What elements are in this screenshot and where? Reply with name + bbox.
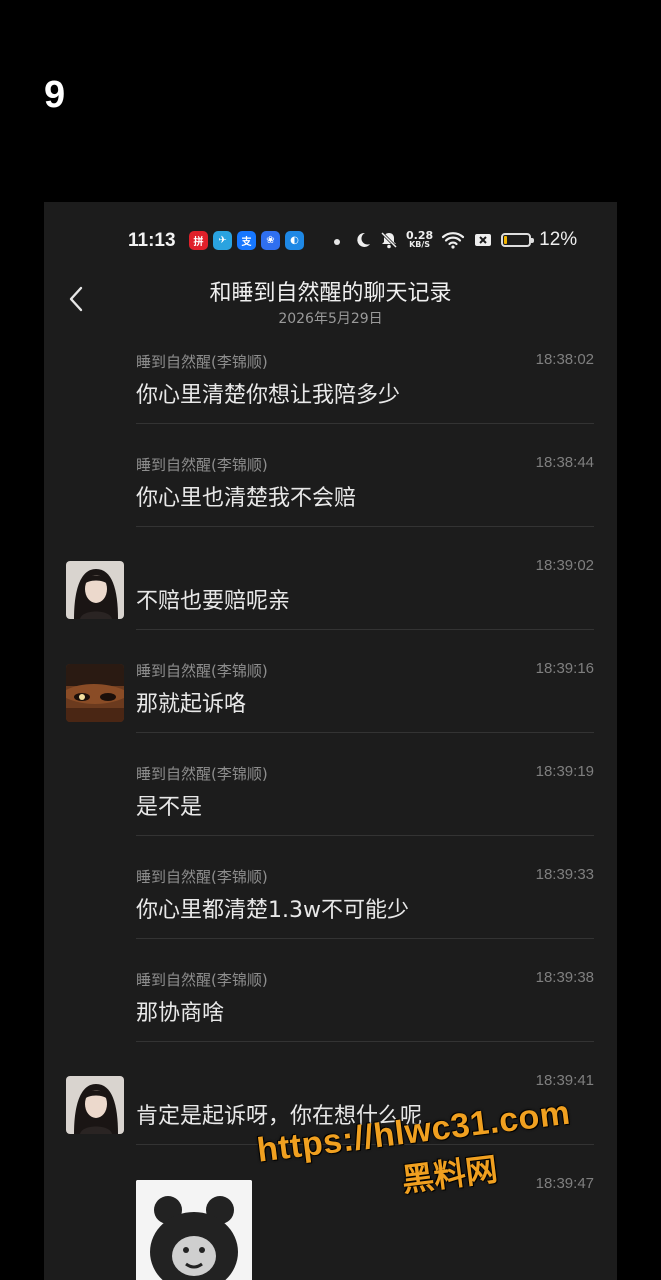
message-divider: [136, 938, 594, 939]
page-number: 9: [44, 74, 66, 116]
moon-icon: [357, 232, 370, 247]
chat-date: 2026年5月29日: [278, 311, 383, 327]
message-divider: [136, 1041, 594, 1042]
message-divider: [136, 835, 594, 836]
message-sender: 睡到自然醒(李锦顺): [136, 868, 268, 886]
message-time: 18:39:33: [535, 866, 594, 883]
telegram-icon: ✈: [213, 231, 232, 250]
message-time: 18:38:02: [535, 351, 594, 368]
message-text[interactable]: 不赔也要赔呢亲: [136, 583, 290, 615]
message-sender: 睡到自然醒(李锦顺): [136, 662, 268, 680]
battery-level: [504, 236, 508, 244]
network-speed: 0.28 KB/S: [406, 229, 434, 249]
message-time: 18:38:44: [535, 454, 594, 471]
status-indicators: 0.28 KB/S 12%: [354, 229, 577, 251]
network-speed-unit: KB/S: [409, 240, 431, 249]
no-sim-icon: [475, 234, 492, 246]
bell-muted-icon: [380, 231, 398, 249]
message-sender: 睡到自然醒(李锦顺): [136, 353, 268, 371]
battery-icon: [501, 233, 535, 247]
message-item[interactable]: 18:39:19 睡到自然醒(李锦顺) 是不是: [44, 759, 617, 862]
message-item[interactable]: 18:38:44 睡到自然醒(李锦顺) 你心里也清楚我不会赔: [44, 450, 617, 553]
alipay-icon: 支: [237, 231, 256, 250]
status-time: 11:13: [128, 230, 176, 251]
browser-app-icon: ◐: [285, 231, 304, 250]
message-time: 18:39:41: [535, 1072, 594, 1089]
message-sender: 睡到自然醒(李锦顺): [136, 456, 268, 474]
message-text[interactable]: 你心里清楚你想让我陪多少: [136, 377, 400, 409]
message-text[interactable]: 那就起诉咯: [136, 686, 246, 718]
message-divider: [136, 732, 594, 733]
message-text[interactable]: 你心里都清楚1.3w不可能少: [136, 892, 409, 924]
man-eye-avatar[interactable]: [66, 664, 124, 722]
baidu-icon: ❀: [261, 231, 280, 250]
message-item[interactable]: 18:39:16 睡到自然醒(李锦顺) 那就起诉咯: [44, 656, 617, 759]
message-text[interactable]: 你心里也清楚我不会赔: [136, 480, 356, 512]
status-bar: 11:13 拼 ✈ 支 ❀ ◐ 0.28 KB/S 12%: [44, 202, 617, 278]
chat-header: 和睡到自然醒的聊天记录 2026年5月29日: [44, 272, 617, 332]
message-divider: [136, 423, 594, 424]
message-item[interactable]: 18:39:38 睡到自然醒(李锦顺) 那协商啥: [44, 965, 617, 1068]
message-item[interactable]: 18:39:02 不赔也要赔呢亲: [44, 553, 617, 656]
message-divider: [136, 629, 594, 630]
message-time: 18:39:38: [535, 969, 594, 986]
wifi-icon: [442, 232, 465, 249]
shopping-app-icon: 拼: [189, 231, 208, 250]
message-time: 18:39:02: [535, 557, 594, 574]
battery-percent: 12%: [539, 229, 578, 250]
message-divider: [136, 526, 594, 527]
page-title: 和睡到自然醒的聊天记录: [209, 281, 452, 306]
message-item[interactable]: 18:39:33 睡到自然醒(李锦顺) 你心里都清楚1.3w不可能少: [44, 862, 617, 965]
notification-icons: 拼 ✈ 支 ❀ ◐: [189, 231, 304, 250]
message-sender: 睡到自然醒(李锦顺): [136, 765, 268, 783]
more-notifications-dot: [334, 239, 340, 245]
message-item[interactable]: 18:38:02 睡到自然醒(李锦顺) 你心里清楚你想让我陪多少: [44, 347, 617, 450]
woman-avatar[interactable]: [66, 1076, 124, 1134]
network-speed-value: 0.28: [406, 229, 434, 242]
message-time: 18:39:16: [535, 660, 594, 677]
bear-sticker[interactable]: [136, 1180, 252, 1280]
woman-avatar[interactable]: [66, 561, 124, 619]
message-time: 18:39:19: [535, 763, 594, 780]
message-sender: 睡到自然醒(李锦顺): [136, 971, 268, 989]
message-text[interactable]: 是不是: [136, 789, 202, 821]
message-text[interactable]: 那协商啥: [136, 995, 224, 1027]
